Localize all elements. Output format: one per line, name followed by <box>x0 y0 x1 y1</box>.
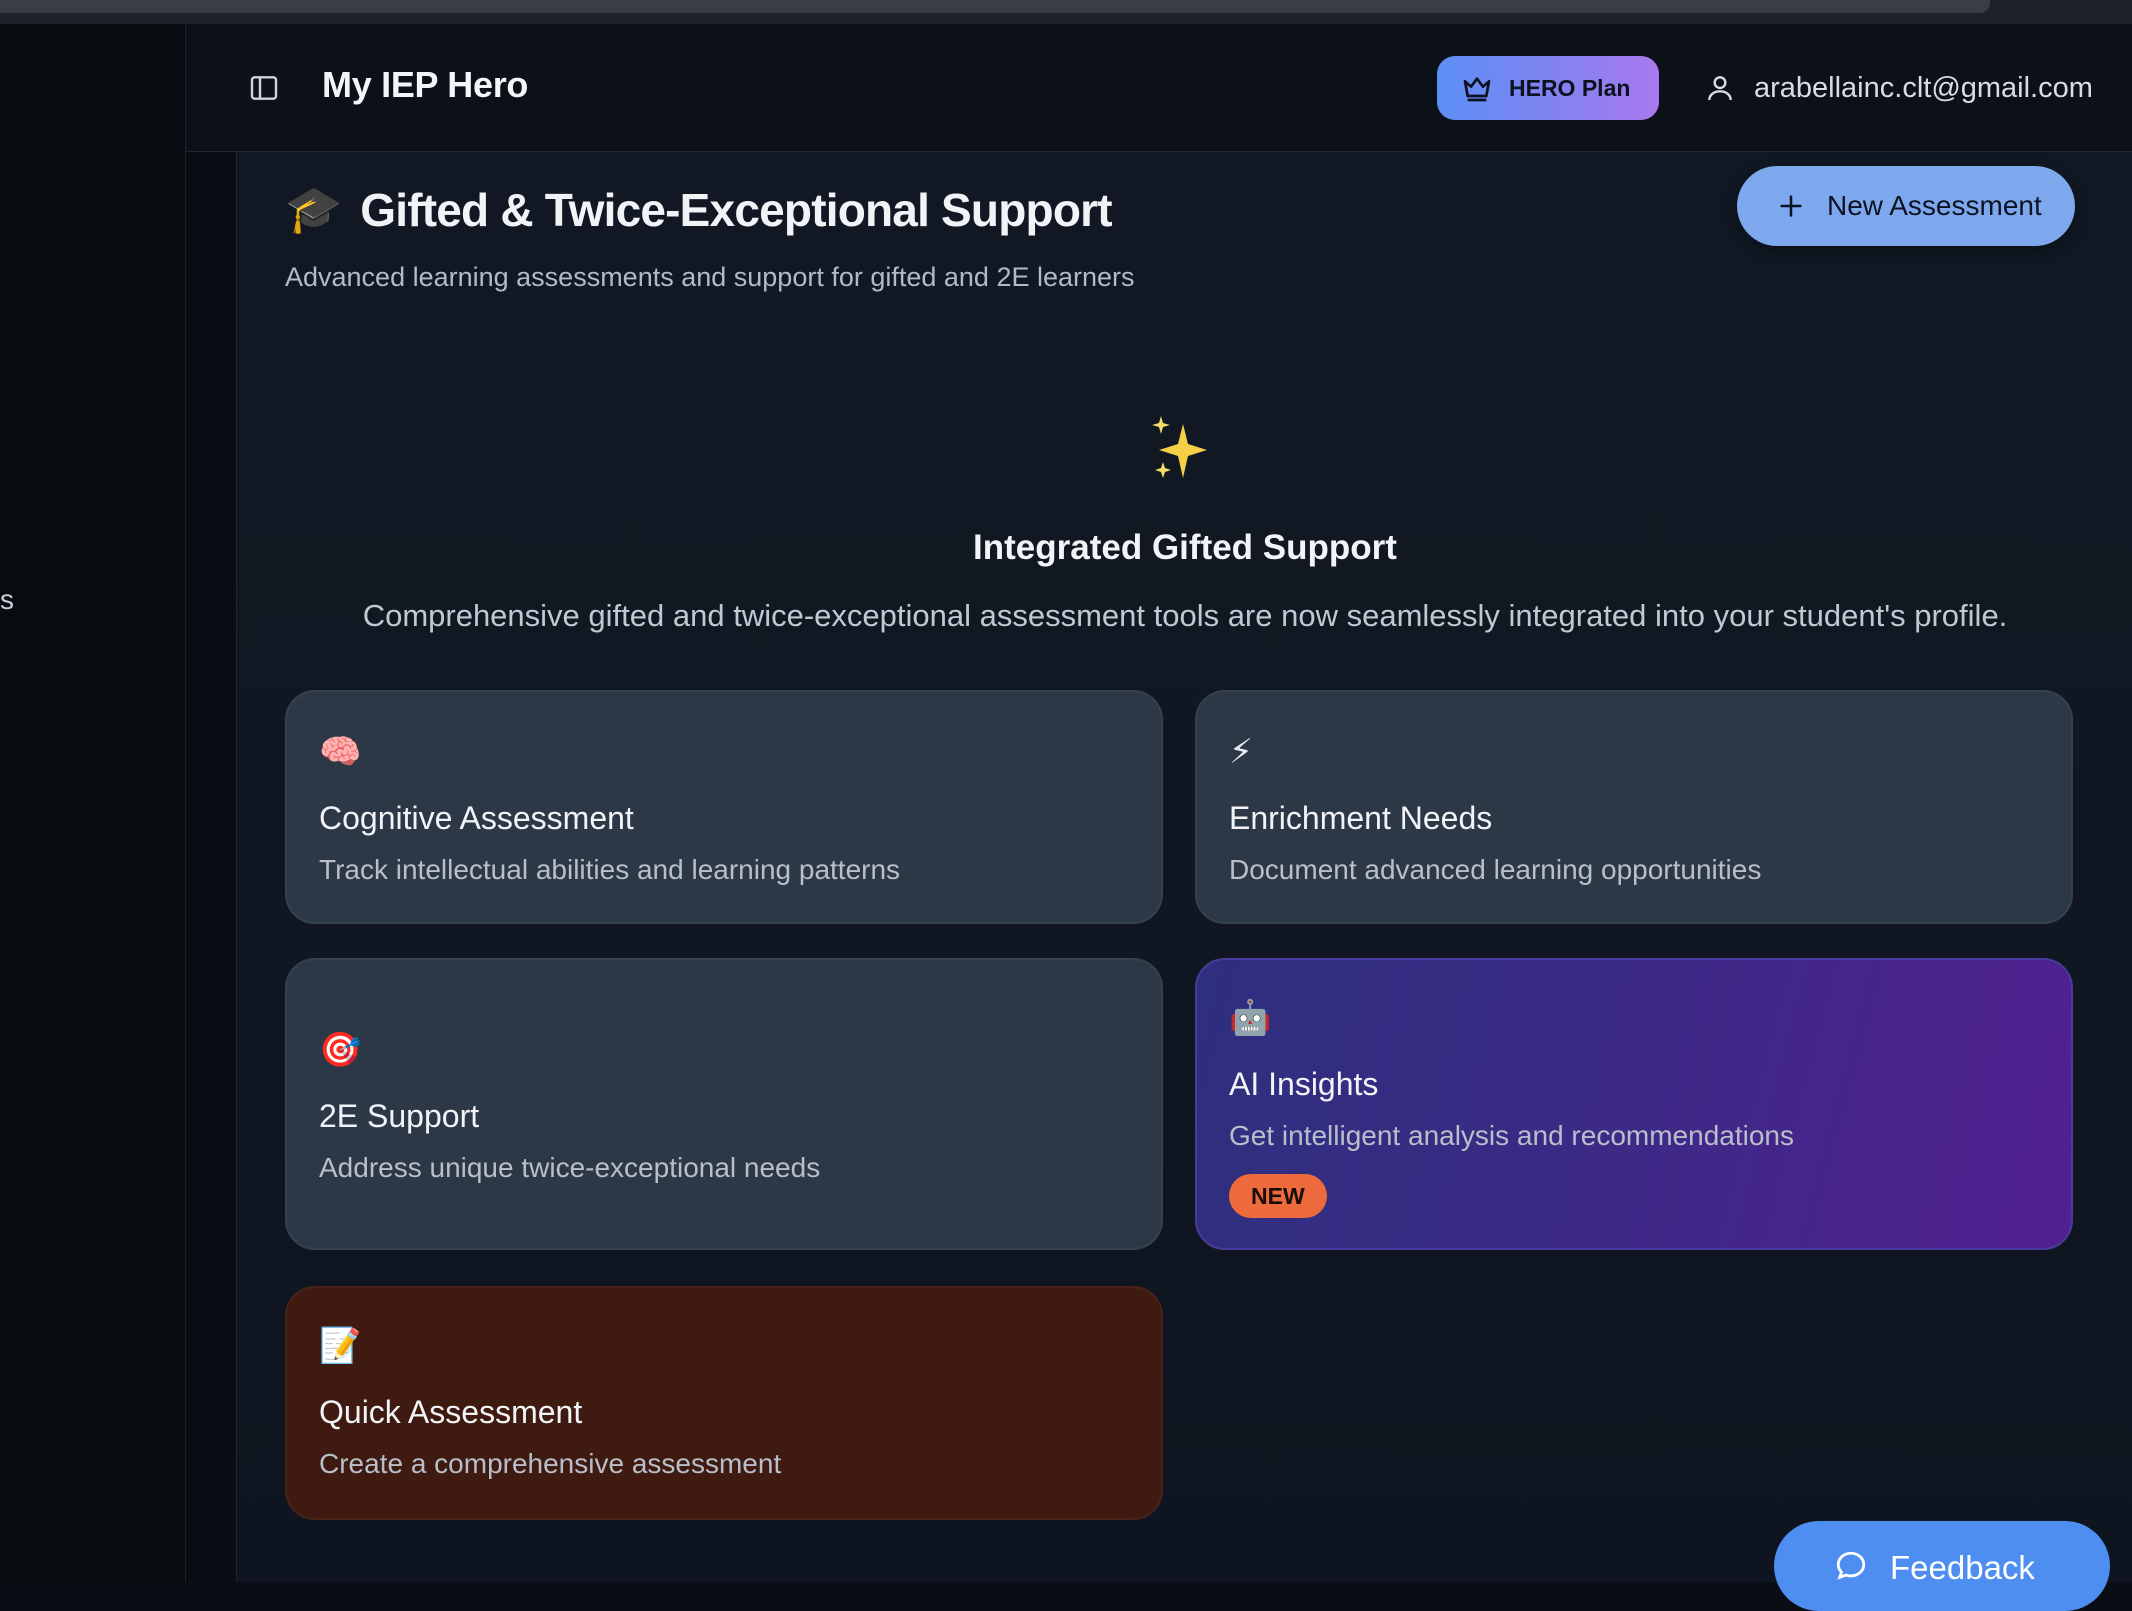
sidebar-text-fragment: s <box>0 584 14 615</box>
page-subtitle: Advanced learning assessments and suppor… <box>285 262 1135 292</box>
card-description: Document advanced learning opportunities <box>1229 854 1762 885</box>
new-badge: NEW <box>1229 1174 1327 1218</box>
card-title: AI Insights <box>1229 1066 1379 1102</box>
main-content: 🎓 Gifted & Twice-Exceptional Support Adv… <box>236 152 2132 1582</box>
card-cognitive-assessment[interactable]: 🧠 Cognitive Assessment Track intellectua… <box>285 690 1163 924</box>
sidebar-toggle-button[interactable] <box>244 68 284 108</box>
panel-left-icon <box>250 76 278 100</box>
new-assessment-button[interactable]: New Assessment <box>1737 166 2075 246</box>
card-title: Enrichment Needs <box>1229 800 1493 836</box>
card-description: Create a comprehensive assessment <box>319 1448 782 1479</box>
card-title: Quick Assessment <box>319 1394 583 1430</box>
card-description: Track intellectual abilities and learnin… <box>319 854 901 885</box>
hero-plan-button[interactable]: HERO Plan <box>1437 56 1659 120</box>
section-title: Integrated Gifted Support <box>973 528 1397 567</box>
top-header: My IEP Hero HERO Plan arabellainc.clt@gm… <box>186 24 2132 152</box>
app-title: My IEP Hero <box>322 64 529 105</box>
target-icon: 🎯 <box>319 1031 362 1069</box>
sparkles-icon <box>1152 416 1207 478</box>
feedback-label: Feedback <box>1890 1549 2035 1586</box>
chat-bubble-icon <box>1836 1551 1866 1580</box>
card-title: Cognitive Assessment <box>319 800 634 836</box>
user-icon <box>1708 76 1732 101</box>
browser-top-strip <box>0 0 2132 24</box>
collapsed-sidebar: s <box>0 24 186 1582</box>
user-email: arabellainc.clt@gmail.com <box>1754 71 2093 104</box>
new-assessment-label: New Assessment <box>1827 190 2042 221</box>
page-title: Gifted & Twice-Exceptional Support <box>360 183 1112 236</box>
card-description: Get intelligent analysis and recommendat… <box>1229 1120 1794 1151</box>
feedback-button[interactable]: Feedback <box>1774 1521 2110 1611</box>
card-ai-insights[interactable]: 🤖 AI Insights Get intelligent analysis a… <box>1195 958 2073 1250</box>
plan-label: HERO Plan <box>1509 74 1631 101</box>
section-description: Comprehensive gifted and twice-exception… <box>362 598 2008 633</box>
browser-address-bar <box>0 0 1990 13</box>
brain-icon: 🧠 <box>319 733 362 771</box>
lightning-icon: ⚡ <box>1229 733 1253 771</box>
user-menu[interactable]: arabellainc.clt@gmail.com <box>1704 64 2093 112</box>
card-2e-support[interactable]: 🎯 2E Support Address unique twice-except… <box>285 958 1163 1250</box>
memo-icon: 📝 <box>319 1327 362 1365</box>
card-enrichment-needs[interactable]: ⚡ Enrichment Needs Document advanced lea… <box>1195 690 2073 924</box>
card-quick-assessment[interactable]: 📝 Quick Assessment Create a comprehensiv… <box>285 1286 1163 1520</box>
card-description: Address unique twice-exceptional needs <box>319 1152 821 1183</box>
graduation-cap-icon: 🎓 <box>285 183 343 235</box>
plus-icon <box>1780 195 1802 217</box>
card-title: 2E Support <box>319 1098 480 1134</box>
robot-icon: 🤖 <box>1229 999 1272 1037</box>
page-heading: 🎓 Gifted & Twice-Exceptional Support <box>285 182 1113 237</box>
crown-icon <box>1463 77 1491 102</box>
